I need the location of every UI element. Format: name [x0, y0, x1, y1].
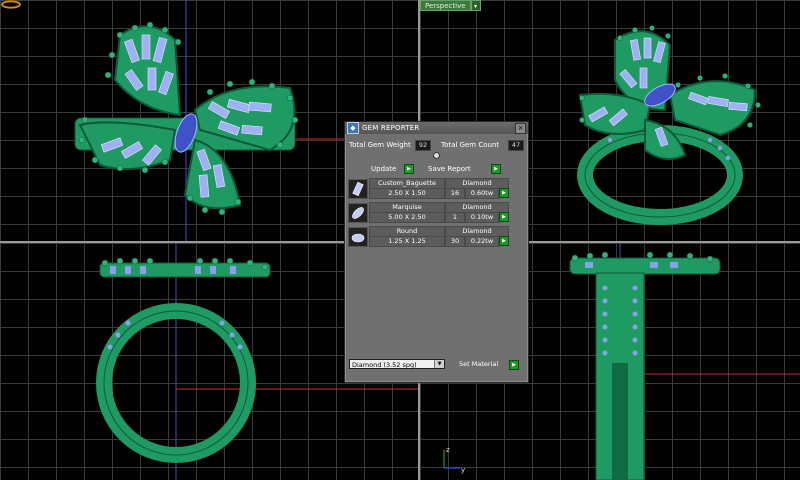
baguette-gem-icon[interactable]	[348, 179, 368, 199]
update-go-icon[interactable]: ▶	[404, 164, 414, 174]
gem-select-icon[interactable]: ▶	[499, 212, 509, 222]
chevron-down-icon[interactable]: ▼	[434, 360, 444, 368]
perspective-view-menu[interactable]: Perspective ▾	[420, 0, 481, 11]
panel-indicator-dot	[433, 152, 440, 159]
gem-size: 5.00 X 2.50	[369, 212, 445, 223]
total-gem-count-label: Total Gem Count	[441, 141, 500, 149]
gem-count: 16	[445, 188, 465, 199]
total-gem-weight-label: Total Gem Weight	[349, 141, 411, 149]
material-row: Diamond (3.52 spg) ▼ Set Material ▶	[349, 359, 524, 371]
gem-reporter-icon: ◆	[347, 122, 359, 134]
gem-row: Round Diamond 1.25 X 1.25 30 0.22tw ▶	[348, 226, 509, 247]
round-gem-icon[interactable]	[348, 227, 368, 247]
action-row: Update ▶ Save Report ▶	[345, 164, 528, 174]
gem-select-icon[interactable]: ▶	[499, 188, 509, 198]
gem-count: 30	[445, 236, 465, 247]
save-report-go-icon[interactable]: ▶	[491, 164, 501, 174]
gem-weight: 0.10tw	[465, 212, 499, 223]
close-icon[interactable]: ×	[515, 122, 526, 134]
gem-size: 2.50 X 1.50	[369, 188, 445, 199]
gem-weight: 0.22tw	[465, 236, 499, 247]
panel-titlebar[interactable]: ◆ GEM REPORTER ×	[345, 122, 528, 134]
axis-y-label: y	[461, 466, 465, 474]
gem-select-icon[interactable]: ▶	[499, 236, 509, 246]
total-gem-count-value: 47	[508, 140, 524, 151]
set-material-go-icon[interactable]: ▶	[509, 360, 519, 370]
gem-reporter-panel: ◆ GEM REPORTER × Total Gem Weight 92 Tot…	[344, 121, 529, 383]
material-select[interactable]: Diamond (3.52 spg) ▼	[349, 359, 445, 369]
gem-weight: 0.60tw	[465, 188, 499, 199]
axis-gizmo: z y	[443, 446, 465, 474]
perspective-label[interactable]: Perspective	[420, 0, 471, 11]
totals-row: Total Gem Weight 92 Total Gem Count 47	[349, 139, 524, 151]
gem-size: 1.25 X 1.25	[369, 236, 445, 247]
set-material-button[interactable]: Set Material	[459, 360, 498, 368]
panel-title: GEM REPORTER	[362, 124, 420, 132]
chevron-down-icon[interactable]: ▾	[470, 0, 481, 11]
gem-row: Marquise Diamond 5.00 X 2.50 1 0.10tw ▶	[348, 202, 509, 223]
gem-count: 1	[445, 212, 465, 223]
ring-object-icon[interactable]	[0, 0, 22, 9]
gem-row: Custom_Baguette Diamond 2.50 X 1.50 16 0…	[348, 178, 509, 199]
material-select-value: Diamond (3.52 spg)	[352, 361, 417, 369]
save-report-button[interactable]: Save Report	[426, 164, 473, 174]
total-gem-weight-value: 92	[415, 140, 431, 151]
marquise-gem-icon[interactable]	[348, 203, 368, 223]
update-button[interactable]: Update	[369, 164, 398, 174]
axis-z-label: z	[446, 446, 450, 454]
